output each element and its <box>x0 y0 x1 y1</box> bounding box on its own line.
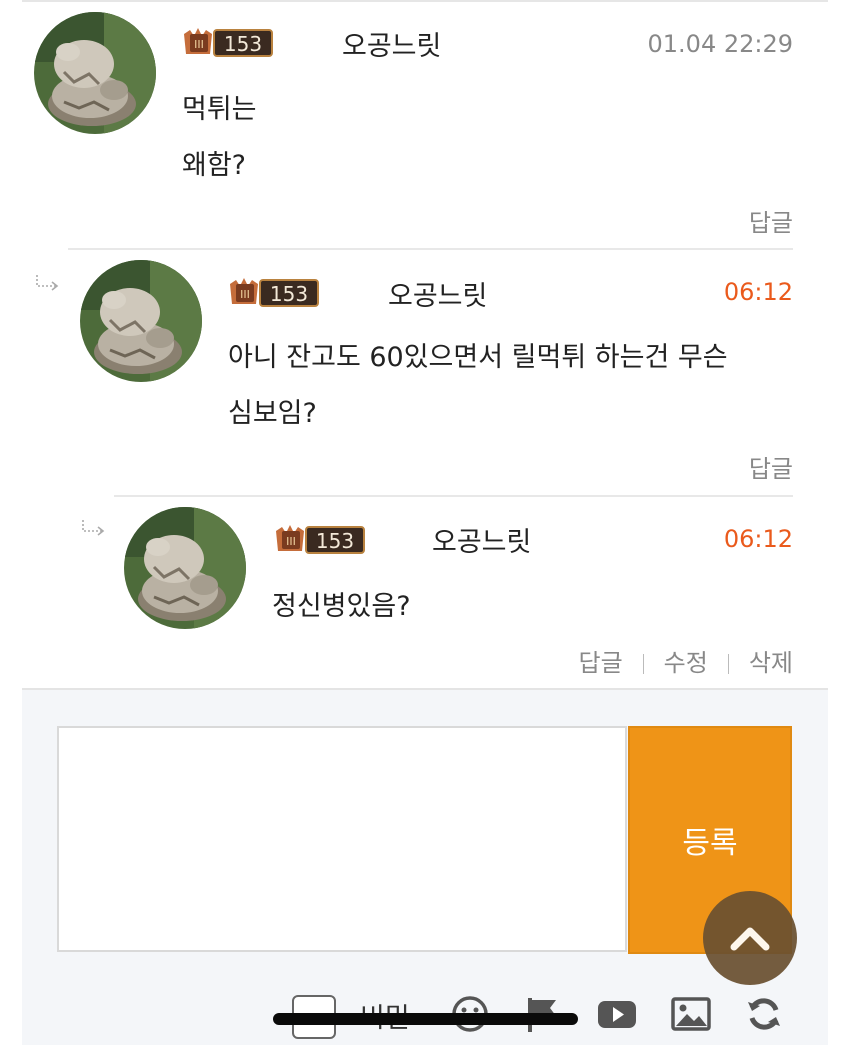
comment-line: 심보임? <box>228 398 317 429</box>
comment-item: III 153 오공느릿 06:12 아니 잔고도 60있으면서 릴먹튀 하는건… <box>36 250 793 497</box>
level-badge: III 153 <box>226 274 322 310</box>
submit-label: 등록 <box>682 826 738 861</box>
comment-composer: 등록 <box>22 688 828 1045</box>
delete-button[interactable]: 삭제 <box>749 649 793 677</box>
svg-text:III: III <box>286 535 296 548</box>
edit-button[interactable]: 수정 <box>664 649 708 677</box>
avatar[interactable] <box>124 507 246 629</box>
reply-arrow-icon <box>82 520 105 536</box>
home-indicator <box>273 1013 578 1025</box>
comment-time: 06:12 <box>723 278 793 306</box>
avatar[interactable] <box>80 260 202 382</box>
comment-body: 아니 잔고도 60있으면서 릴먹튀 하는건 무슨 심보임? <box>228 330 728 442</box>
reply-button[interactable]: 답글 <box>749 455 793 483</box>
comment-body: 먹튀는 왜함? <box>182 82 257 194</box>
reply-arrow-icon <box>36 275 59 291</box>
image-icon[interactable] <box>670 994 712 1034</box>
comment-line: 정신병있음? <box>272 591 411 622</box>
comment-line: 왜함? <box>182 150 247 181</box>
level-badge: III 153 <box>272 521 368 557</box>
comment-actions: 답글 <box>749 203 793 238</box>
scroll-top-button[interactable] <box>703 891 797 985</box>
comment-line: 아니 잔고도 60있으면서 릴먹튀 하는건 무슨 <box>228 342 728 373</box>
badge-level-text: 153 <box>316 529 354 553</box>
comment-body: 정신병있음? <box>272 579 411 635</box>
avatar[interactable] <box>34 12 156 134</box>
nickname[interactable]: 오공느릿 <box>342 24 441 63</box>
refresh-icon[interactable] <box>744 994 784 1034</box>
comment-time: 06:12 <box>723 525 793 553</box>
reply-button[interactable]: 답글 <box>578 649 622 677</box>
level-badge: III 153 <box>180 24 276 60</box>
action-separator <box>642 654 644 674</box>
comment-actions: 답글 <box>749 449 793 484</box>
badge-level-text: 153 <box>224 32 262 56</box>
comment-item: III 153 오공느릿 01.04 22:29 먹튀는 왜함? 답글 <box>22 0 793 250</box>
action-separator <box>727 654 729 674</box>
comment-input[interactable] <box>57 726 627 952</box>
nickname[interactable]: 오공느릿 <box>432 520 531 559</box>
comment-line: 먹튀는 <box>182 94 257 125</box>
chevron-up-icon <box>730 927 770 951</box>
reply-button[interactable]: 답글 <box>749 209 793 237</box>
svg-text:III: III <box>194 38 204 51</box>
youtube-icon[interactable] <box>596 994 638 1034</box>
comment-item: III 153 오공느릿 06:12 정신병있음? 답글 수정 삭제 <box>82 497 793 688</box>
badge-level-text: 153 <box>270 282 308 306</box>
comment-time: 01.04 22:29 <box>647 30 794 58</box>
svg-text:III: III <box>240 288 250 301</box>
comment-actions: 답글 수정 삭제 <box>578 643 793 678</box>
nickname[interactable]: 오공느릿 <box>388 274 487 313</box>
